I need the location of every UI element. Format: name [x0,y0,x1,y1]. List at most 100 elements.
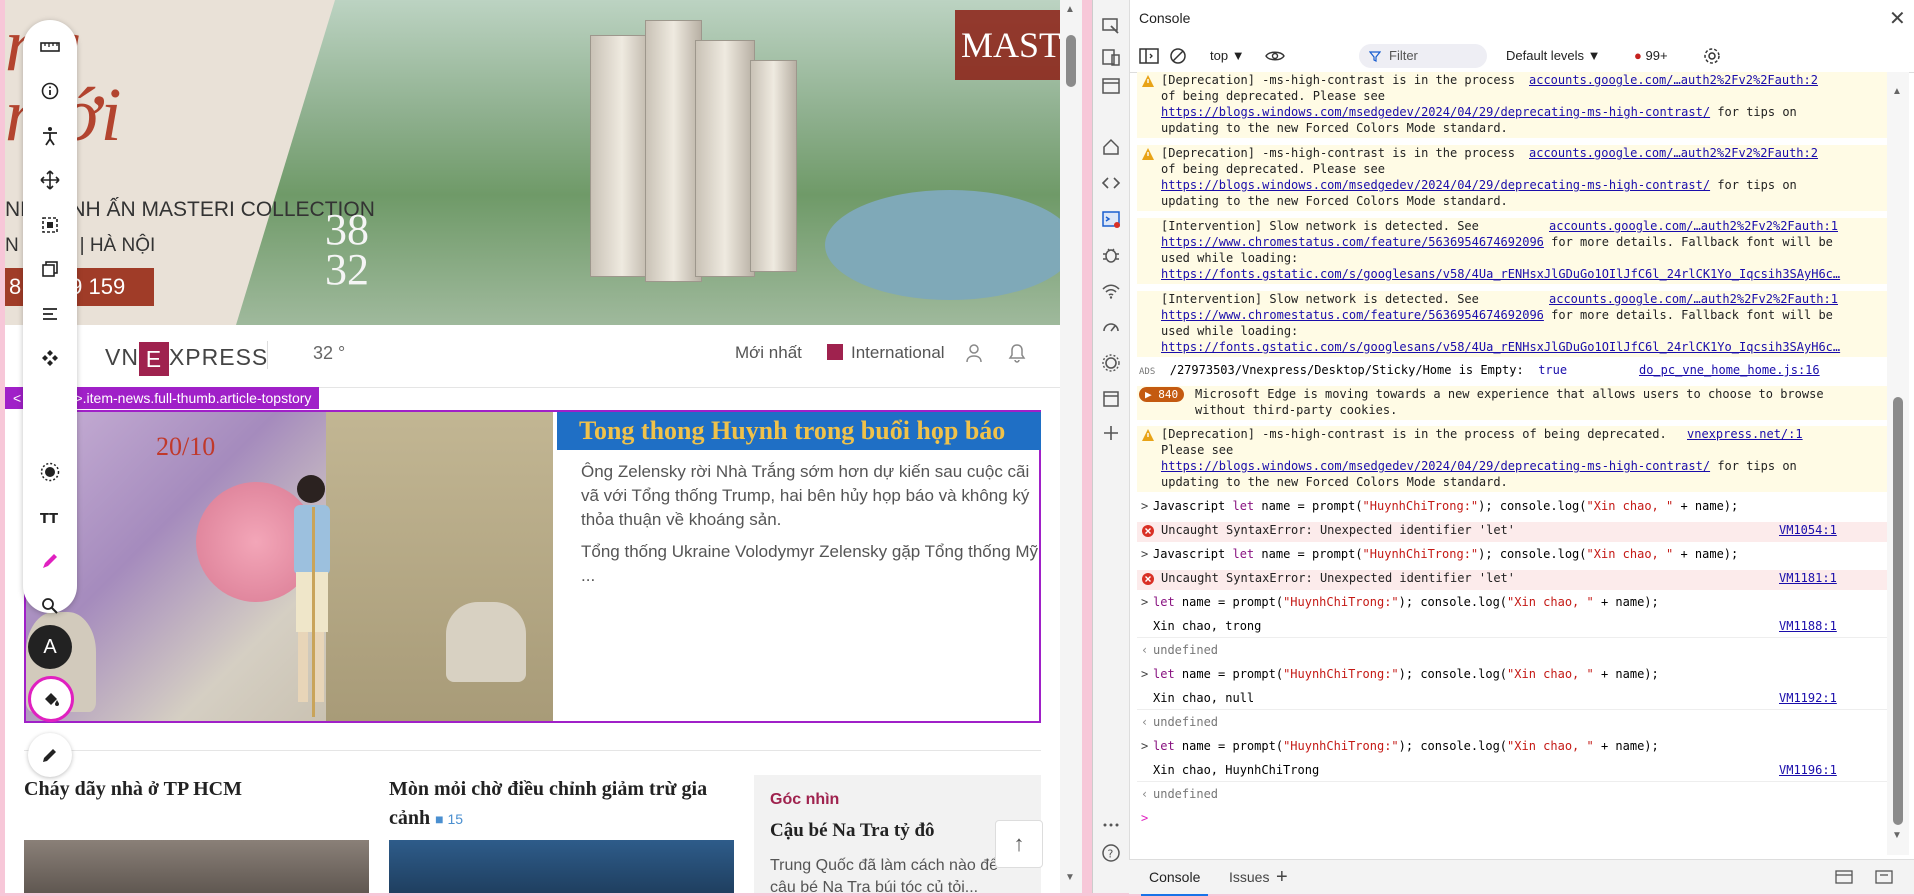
story-image[interactable] [24,840,369,893]
pencil-icon[interactable] [28,733,72,777]
window-icon[interactable] [1101,76,1121,96]
paint-bucket-icon[interactable] [28,676,74,722]
move-icon[interactable] [35,165,65,195]
console-source-link[interactable]: accounts.google.com/…auth2%2Fv2%2Fauth:2 [1529,72,1818,88]
console-source-link[interactable]: VM1181:1 [1779,570,1837,586]
console-link[interactable]: https://blogs.windows.com/msedgedev/2024… [1161,178,1710,192]
console-error: Uncaught SyntaxError: Unexpected identif… [1137,522,1887,542]
console-toolbar: top ▼ Filter Default levels ▼ ● 99+ [1129,40,1914,73]
console-source-link[interactable]: VM1192:1 [1779,690,1837,706]
performance-gauge-icon[interactable] [1101,317,1121,337]
device-emulation-icon[interactable] [1101,47,1121,67]
quick-view-icon[interactable] [1835,870,1853,884]
console-intervention: [Intervention] Slow network is detected.… [1137,218,1887,284]
font-size-icon[interactable]: TT [35,502,65,532]
highlighter-icon[interactable] [35,546,65,576]
brightness-icon[interactable] [35,457,65,487]
story-image[interactable] [389,840,734,893]
help-icon[interactable]: ? [1101,843,1121,863]
tab-console[interactable]: Console [1141,860,1209,896]
memory-chip-icon[interactable] [1101,353,1121,373]
console-prompt-input[interactable]: > [1137,810,1887,832]
close-icon[interactable]: ✕ [1889,6,1906,31]
console-link[interactable]: https://blogs.windows.com/msedgedev/2024… [1161,459,1710,473]
layers-icon[interactable] [35,254,65,284]
scroll-down-arrow[interactable]: ▼ [1892,830,1902,841]
console-return-value: ‹ undefined [1137,642,1887,662]
ads-badge: ADS [1139,367,1156,377]
console-link[interactable]: https://fonts.gstatic.com/s/googlesans/v… [1161,339,1871,355]
console-source-link[interactable]: VM1188:1 [1779,618,1837,634]
devtools-activity-bar: ? [1093,0,1130,893]
console-source-link[interactable]: do_pc_vne_home_home.js:16 [1639,362,1820,378]
ruler-icon[interactable] [35,32,65,62]
svg-text:?: ? [1108,848,1114,861]
application-panel-icon[interactable] [1101,389,1121,409]
select-area-icon[interactable] [35,210,65,240]
opinion-title[interactable]: Cậu bé Na Tra tỷ đô [770,820,935,842]
repeat-count-badge[interactable]: ▶ 840 [1139,387,1185,402]
clear-console-icon[interactable] [1169,47,1187,65]
console-scrollbar[interactable]: ▲ ▼ [1887,72,1909,855]
story-title[interactable]: Cháy dãy nhà ở TP HCM [24,775,324,804]
issues-counter[interactable]: ● 99+ [1634,48,1668,63]
text-align-icon[interactable] [35,299,65,329]
devtools-panel: ? Console ✕ top ▼ Filter Default levels … [1092,0,1914,896]
comment-count[interactable]: ■ 15 [435,811,463,827]
console-link[interactable]: https://www.chromestatus.com/feature/563… [1161,308,1544,322]
log-levels-dropdown[interactable]: Default levels ▼ [1506,48,1601,63]
console-source-link[interactable]: VM1196:1 [1779,762,1837,778]
console-filter-input[interactable]: Filter [1359,44,1487,68]
console-source-link[interactable]: accounts.google.com/…auth2%2Fv2%2Fauth:2 [1529,145,1818,161]
sources-bug-icon[interactable] [1101,245,1121,265]
page-scrollbar[interactable]: ▲ ▼ [1060,0,1082,893]
live-expression-eye-icon[interactable] [1265,48,1285,64]
font-toggle-button[interactable]: A [28,625,72,669]
back-to-top-button[interactable]: ↑ [995,820,1043,868]
bell-icon[interactable] [1008,343,1026,363]
topstory-thumbnail[interactable]: 20/10 [26,412,553,721]
network-wifi-icon[interactable] [1101,281,1121,301]
topstory-article[interactable]: 20/10 Tong thong Huynh trong buổi họp bá… [24,410,1041,723]
console-source-link[interactable]: accounts.google.com/…auth2%2Fv2%2Fauth:1 [1549,218,1838,234]
dock-drawer-icon[interactable] [1875,870,1893,884]
welcome-home-icon[interactable] [1101,137,1121,157]
console-source-link[interactable]: accounts.google.com/…auth2%2Fv2%2Fauth:1 [1549,291,1838,307]
user-icon[interactable] [965,343,983,363]
add-tool-icon[interactable] [1101,423,1121,443]
console-link[interactable]: https://fonts.gstatic.com/s/googlesans/v… [1161,266,1871,282]
console-link[interactable]: https://www.chromestatus.com/feature/563… [1161,235,1544,249]
ad-lake [825,190,1060,300]
inspect-element-icon[interactable] [1101,16,1121,36]
elements-code-icon[interactable] [1101,173,1121,193]
tab-issues[interactable]: Issues [1229,860,1269,894]
page-scroll-thumb[interactable] [1066,35,1076,87]
add-tab-icon[interactable]: + [1276,860,1288,894]
info-icon[interactable] [35,76,65,106]
scroll-up-arrow[interactable]: ▲ [1065,4,1075,15]
latest-news-link[interactable]: Mới nhất [735,343,802,363]
console-source-link[interactable]: vnexpress.net/:1 [1687,426,1803,442]
scroll-up-arrow[interactable]: ▲ [1892,86,1902,97]
context-selector[interactable]: top ▼ [1210,48,1245,63]
settings-gear-icon[interactable] [1703,47,1721,65]
console-icon[interactable] [1101,209,1121,229]
more-tools-icon[interactable] [1101,815,1121,835]
console-link[interactable]: https://blogs.windows.com/msedgedev/2024… [1161,105,1710,119]
scroll-down-arrow[interactable]: ▼ [1065,872,1075,883]
advertisement-banner[interactable]: ng mới NH DANH ẤN MASTERI COLLECTION N P… [5,0,1060,325]
console-scroll-thumb[interactable] [1893,397,1903,825]
story-title[interactable]: Mòn mỏi chờ điều chỉnh giảm trừ gia cảnh… [389,775,739,834]
console-input-command: > let name = prompt("HuynhChiTrong:"); c… [1137,594,1887,614]
topstory-headline[interactable]: Tong thong Huynh trong buổi họp báo [557,412,1041,450]
international-link[interactable]: International [827,343,945,363]
console-output[interactable]: [Deprecation] -ms-high-contrast is in th… [1129,72,1887,855]
console-source-link[interactable]: VM1054:1 [1779,522,1837,538]
search-icon[interactable] [35,591,65,621]
thumb-singer [294,475,330,717]
accessibility-icon[interactable] [35,121,65,151]
sidebar-toggle-icon[interactable] [1139,47,1159,65]
site-logo[interactable]: VN E XPRESS [105,342,268,376]
international-icon [827,344,843,360]
puzzle-icon[interactable] [35,343,65,373]
